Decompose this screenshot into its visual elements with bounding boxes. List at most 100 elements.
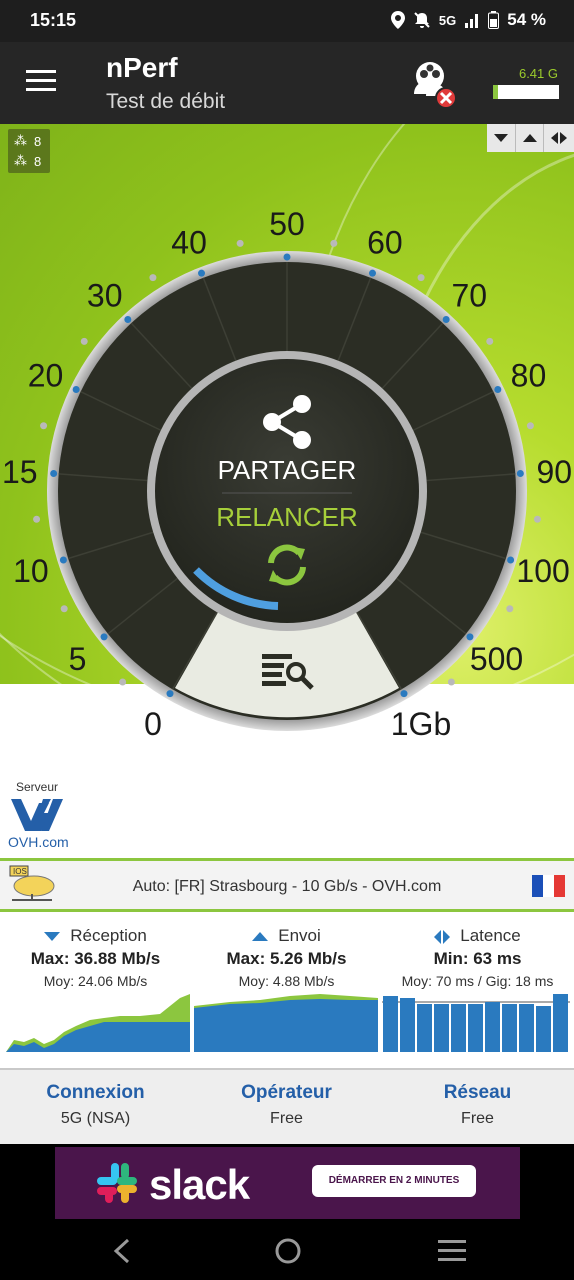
operator-label: Opérateur [241,1082,332,1103]
gauge-scale-label: 50 [269,206,305,242]
network-label: Réseau [443,1082,512,1103]
download-graph [6,1022,190,1052]
gauge-tick [283,253,291,261]
network-type: 5G [438,12,457,28]
gauge-tick [198,269,206,277]
gauge-tick [72,385,80,393]
operator-value: Free [270,1110,303,1127]
gauge-minor-dot [40,422,48,430]
download-result[interactable]: Réception Max: 36.88 Mb/s Moy: 24.06 Mb/… [0,918,191,989]
server-logo-text: OVH.com [8,834,69,850]
gauge-tick [442,315,450,323]
gauge-scale-label: 30 [87,278,123,314]
gauge-scale-label: 90 [536,454,572,490]
share-label: PARTAGER [217,455,357,485]
connexion-info[interactable]: Connexion 5G (NSA) [0,1082,191,1128]
ad-brand: slack [149,1161,250,1208]
gauge-minor-dot [60,605,68,613]
network-info[interactable]: Réseau Free [382,1082,573,1128]
results-panel: Réception Max: 36.88 Mb/s Moy: 24.06 Mb/… [0,918,574,1064]
gauge-scale-label: 0 [144,706,162,742]
ad-cta-button[interactable]: DÉMARRER EN 2 MINUTES [312,1165,476,1197]
download-max: Max: 36.88 Mb/s [30,949,161,968]
gauge-minor-dot [447,678,455,686]
restart-button[interactable]: RELANCER [200,502,374,596]
ios-badge-text: IOS [13,867,27,876]
latency-bar [485,1002,500,1052]
app-bar: nPerf Test de débit 6.41 G [0,42,574,124]
app-subtitle: Test de débit [106,90,226,113]
latency-result[interactable]: Latence Min: 63 ms Moy: 70 ms / Gig: 18 … [382,918,573,989]
network-value: Free [461,1110,494,1127]
ovh-logo-icon[interactable] [9,797,65,833]
results-graphs [6,994,570,1052]
connexion-value: 5G (NSA) [60,1110,131,1127]
gauge-scale-label: 500 [470,641,523,677]
ad-area: slack DÉMARRER EN 2 MINUTES [0,1144,574,1222]
france-flag-icon [532,875,565,897]
gauge-scale-label: 1Gb [391,706,451,742]
battery-level: 54 % [507,10,546,29]
gauge-scale-label: 70 [451,278,487,314]
latency-bar [417,1004,432,1052]
results-list-icon[interactable] [262,652,314,690]
share-button[interactable]: PARTAGER [200,394,374,486]
latency-arrow-left-icon [434,929,442,944]
latency-arrow-right-icon [443,929,451,944]
mute-icon [414,12,430,28]
latency-bar [553,994,568,1052]
gauge-tick [59,556,67,564]
latency-bar [434,1004,449,1052]
battery-icon [488,11,500,29]
ad-banner[interactable]: slack DÉMARRER EN 2 MINUTES [55,1147,520,1219]
gauge-tick [100,633,108,641]
recents-icon[interactable] [438,1240,466,1262]
back-icon[interactable] [112,1238,132,1264]
location-icon [390,11,405,29]
upload-arrow-icon [252,932,269,942]
connexion-label: Connexion [46,1082,145,1103]
latency-bar [468,1004,483,1052]
app-title: nPerf [106,52,178,83]
status-bar: 15:15 5G 54 % [0,0,574,42]
data-usage-fill [493,85,499,99]
gauge-scale-label: 80 [511,358,547,394]
upload-header: Envoi [278,926,321,945]
gauge-scale-label: 15 [2,454,38,490]
gauge-tick [507,556,515,564]
gauge-minor-dot [236,239,244,247]
gauge-scale-label: 20 [28,358,64,394]
latency-min: Min: 63 ms [433,949,522,968]
upload-max: Max: 5.26 Mb/s [226,949,347,968]
gauge-scale-label: 10 [13,553,49,589]
gauge-minor-dot [119,678,127,686]
operator-info[interactable]: Opérateur Free [191,1082,382,1128]
refresh-icon [268,544,306,586]
gauge-minor-dot [526,422,534,430]
menu-icon[interactable] [26,70,56,92]
gauge-minor-dot [33,515,41,523]
upload-result[interactable]: Envoi Max: 5.26 Mb/s Moy: 4.88 Mb/s [191,918,382,989]
gauge-tick [466,633,474,641]
gauge-tick [494,385,502,393]
gauge-minor-dot [486,337,494,345]
home-icon[interactable] [274,1237,302,1265]
gauge-tick [516,470,524,478]
latency-bar [502,1004,517,1052]
gauge-scale-label: 5 [69,641,87,677]
latency-bar [400,998,415,1052]
server-bar[interactable]: IOS Auto: [FR] Strasbourg - 10 Gb/s - OV… [0,858,574,912]
latency-bar [536,1006,551,1052]
signal-icon [465,14,479,28]
community-offline-icon[interactable] [408,60,460,110]
gauge-tick [400,690,408,698]
gauge-minor-dot [330,239,338,247]
gauge-scale-label: 60 [367,225,403,261]
status-icons: 5G 54 % [390,10,546,30]
latency-bar [451,1004,466,1052]
data-usage-label: 6.41 G [518,66,558,81]
upload-graph [194,999,378,1052]
download-header: Réception [70,926,147,945]
restart-label: RELANCER [216,502,358,532]
latency-header: Latence [460,926,521,945]
